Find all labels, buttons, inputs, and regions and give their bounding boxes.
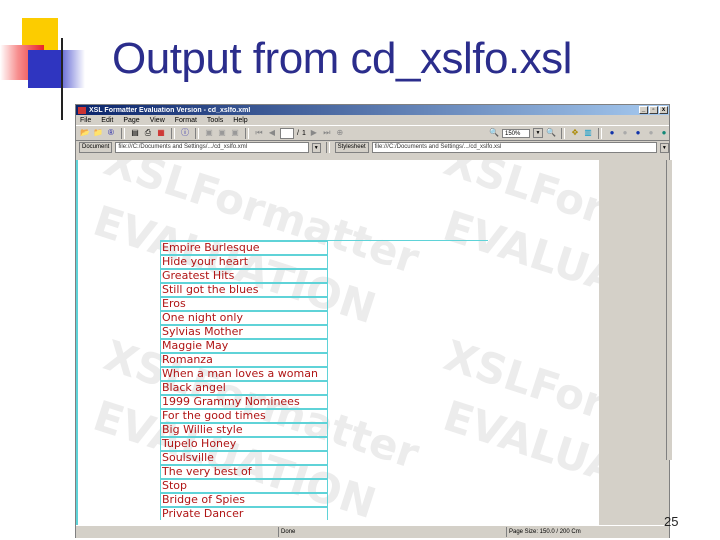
cd-title-row: Tupelo Honey xyxy=(160,436,328,450)
menu-help[interactable]: Help xyxy=(233,117,247,124)
toolbar: 📂 📁 ® ▤ ⎙ ▦ ⓘ ▣ ▣ ▣ ⏮ ◀ / 1 ▶ ⏭ ⊕ 🔍 150%… xyxy=(76,125,669,141)
toolbar-separator xyxy=(121,127,125,139)
cd-title-row: When a man loves a woman xyxy=(160,366,328,380)
cd-title-row: One night only xyxy=(160,310,328,324)
page-number-input[interactable] xyxy=(280,127,294,139)
refresh-icon[interactable]: ● xyxy=(633,128,643,138)
zoom-select[interactable]: 150% xyxy=(502,128,530,138)
page-icon[interactable]: ▣ xyxy=(204,128,214,138)
decoration-blue-fade xyxy=(63,50,85,88)
menu-bar: File Edit Page View Format Tools Help xyxy=(76,115,669,125)
vertical-scrollbar[interactable] xyxy=(666,160,672,460)
zoom-out-icon[interactable]: 🔍 xyxy=(489,128,499,138)
first-page-icon[interactable]: ⏮ xyxy=(254,128,264,138)
cd-title-row: For the good times xyxy=(160,408,328,422)
toolbar-separator xyxy=(325,142,330,153)
minimize-button[interactable]: _ xyxy=(639,106,648,114)
decoration-blue-square xyxy=(28,50,63,88)
cd-title-row: Empire Burlesque xyxy=(160,240,328,254)
menu-edit[interactable]: Edit xyxy=(101,117,113,124)
last-page-icon[interactable]: ⏭ xyxy=(322,128,332,138)
slide-title: Output from cd_xslfo.xsl xyxy=(112,34,572,83)
menu-view[interactable]: View xyxy=(150,117,165,124)
menu-file[interactable]: File xyxy=(80,117,91,124)
cd-title-row: Big Willie style xyxy=(160,422,328,436)
help-icon[interactable]: ● xyxy=(607,128,617,138)
menu-tools[interactable]: Tools xyxy=(207,117,223,124)
user-icon[interactable]: ● xyxy=(646,128,656,138)
update-icon[interactable]: ● xyxy=(659,128,669,138)
document-path-input[interactable]: file:///C:/Documents and Settings/.../cd… xyxy=(115,142,309,153)
toolbar-separator xyxy=(195,127,199,139)
move-icon[interactable]: ✥ xyxy=(570,128,580,138)
cd-title-row: Maggie May xyxy=(160,338,328,352)
status-blank xyxy=(76,527,278,537)
stylesheet-dropdown-icon[interactable]: ▼ xyxy=(659,142,669,153)
copy-icon[interactable]: ▤ xyxy=(130,128,140,138)
cd-title-row: Eros xyxy=(160,296,328,310)
open-stylesheet-icon[interactable]: 📁 xyxy=(93,128,103,138)
zoom-in-icon[interactable]: 🔍 xyxy=(546,128,556,138)
status-message: Done xyxy=(278,527,506,537)
cd-title-row: Bridge of Spies xyxy=(160,492,328,506)
cd-title-table: Empire Burlesque Hide your heart Greates… xyxy=(160,240,328,520)
cd-title-row: Romanza xyxy=(160,352,328,366)
cd-title-row: Private Dancer xyxy=(160,506,328,520)
stylesheet-path-input[interactable]: file:///C:/Documents and Settings/.../cd… xyxy=(371,142,657,153)
print-icon[interactable]: ⎙ xyxy=(143,128,153,138)
slide-number: 25 xyxy=(664,514,679,529)
cd-title-row: Black angel xyxy=(160,380,328,394)
document-label: Document xyxy=(79,142,113,153)
document-dropdown-icon[interactable]: ▼ xyxy=(311,142,321,153)
cd-title-row: Soulsville xyxy=(160,450,328,464)
zoom-dropdown-icon[interactable]: ▼ xyxy=(533,128,543,138)
cd-title-row: Greatest Hits xyxy=(160,268,328,282)
menu-page[interactable]: Page xyxy=(123,117,139,124)
menu-format[interactable]: Format xyxy=(175,117,197,124)
reload-icon[interactable]: ® xyxy=(106,128,116,138)
page-copy-icon[interactable]: ▣ xyxy=(217,128,227,138)
page-view-icon[interactable]: ▥ xyxy=(583,128,593,138)
app-window: XSL Formatter Evaluation Version - cd_xs… xyxy=(75,104,672,538)
stylesheet-label: Stylesheet xyxy=(334,142,369,153)
address-bar: Document file:///C:/Documents and Settin… xyxy=(76,141,669,154)
toolbar-separator xyxy=(598,127,602,139)
cd-title-row: Stop xyxy=(160,478,328,492)
stop-icon[interactable]: ● xyxy=(620,128,630,138)
document-viewport: XSLFormatter EVALUATION XSLFormatter EVA… xyxy=(76,160,669,525)
cd-title-row: Still got the blues xyxy=(160,282,328,296)
info-icon[interactable]: ⓘ xyxy=(180,128,190,138)
pdf-icon[interactable]: ▦ xyxy=(156,128,166,138)
page-separator: / xyxy=(297,129,299,137)
restore-button[interactable]: ▫ xyxy=(649,106,658,114)
app-icon xyxy=(78,106,86,114)
cd-title-row: Hide your heart xyxy=(160,254,328,268)
cd-title-row: 1999 Grammy Nominees xyxy=(160,394,328,408)
decoration-vertical-line xyxy=(61,38,63,120)
toolbar-separator xyxy=(245,127,249,139)
page-background-area xyxy=(599,160,669,525)
page-total: 1 xyxy=(301,129,306,137)
title-bar: XSL Formatter Evaluation Version - cd_xs… xyxy=(76,105,669,115)
toolbar-separator xyxy=(171,127,175,139)
window-title: XSL Formatter Evaluation Version - cd_xs… xyxy=(89,106,251,114)
prev-page-icon[interactable]: ◀ xyxy=(267,128,277,138)
goto-icon[interactable]: ⊕ xyxy=(335,128,345,138)
next-page-icon[interactable]: ▶ xyxy=(309,128,319,138)
table-top-border xyxy=(328,240,488,241)
cd-title-row: Sylvias Mother xyxy=(160,324,328,338)
cd-title-row: The very best of xyxy=(160,464,328,478)
status-page-size: Page Size: 150.0 / 200 Cm xyxy=(506,527,669,537)
close-button[interactable]: x xyxy=(659,106,668,114)
toolbar-separator xyxy=(561,127,565,139)
open-folder-icon[interactable]: 📂 xyxy=(80,128,90,138)
page-paste-icon[interactable]: ▣ xyxy=(230,128,240,138)
status-bar: Done Page Size: 150.0 / 200 Cm xyxy=(76,525,669,538)
